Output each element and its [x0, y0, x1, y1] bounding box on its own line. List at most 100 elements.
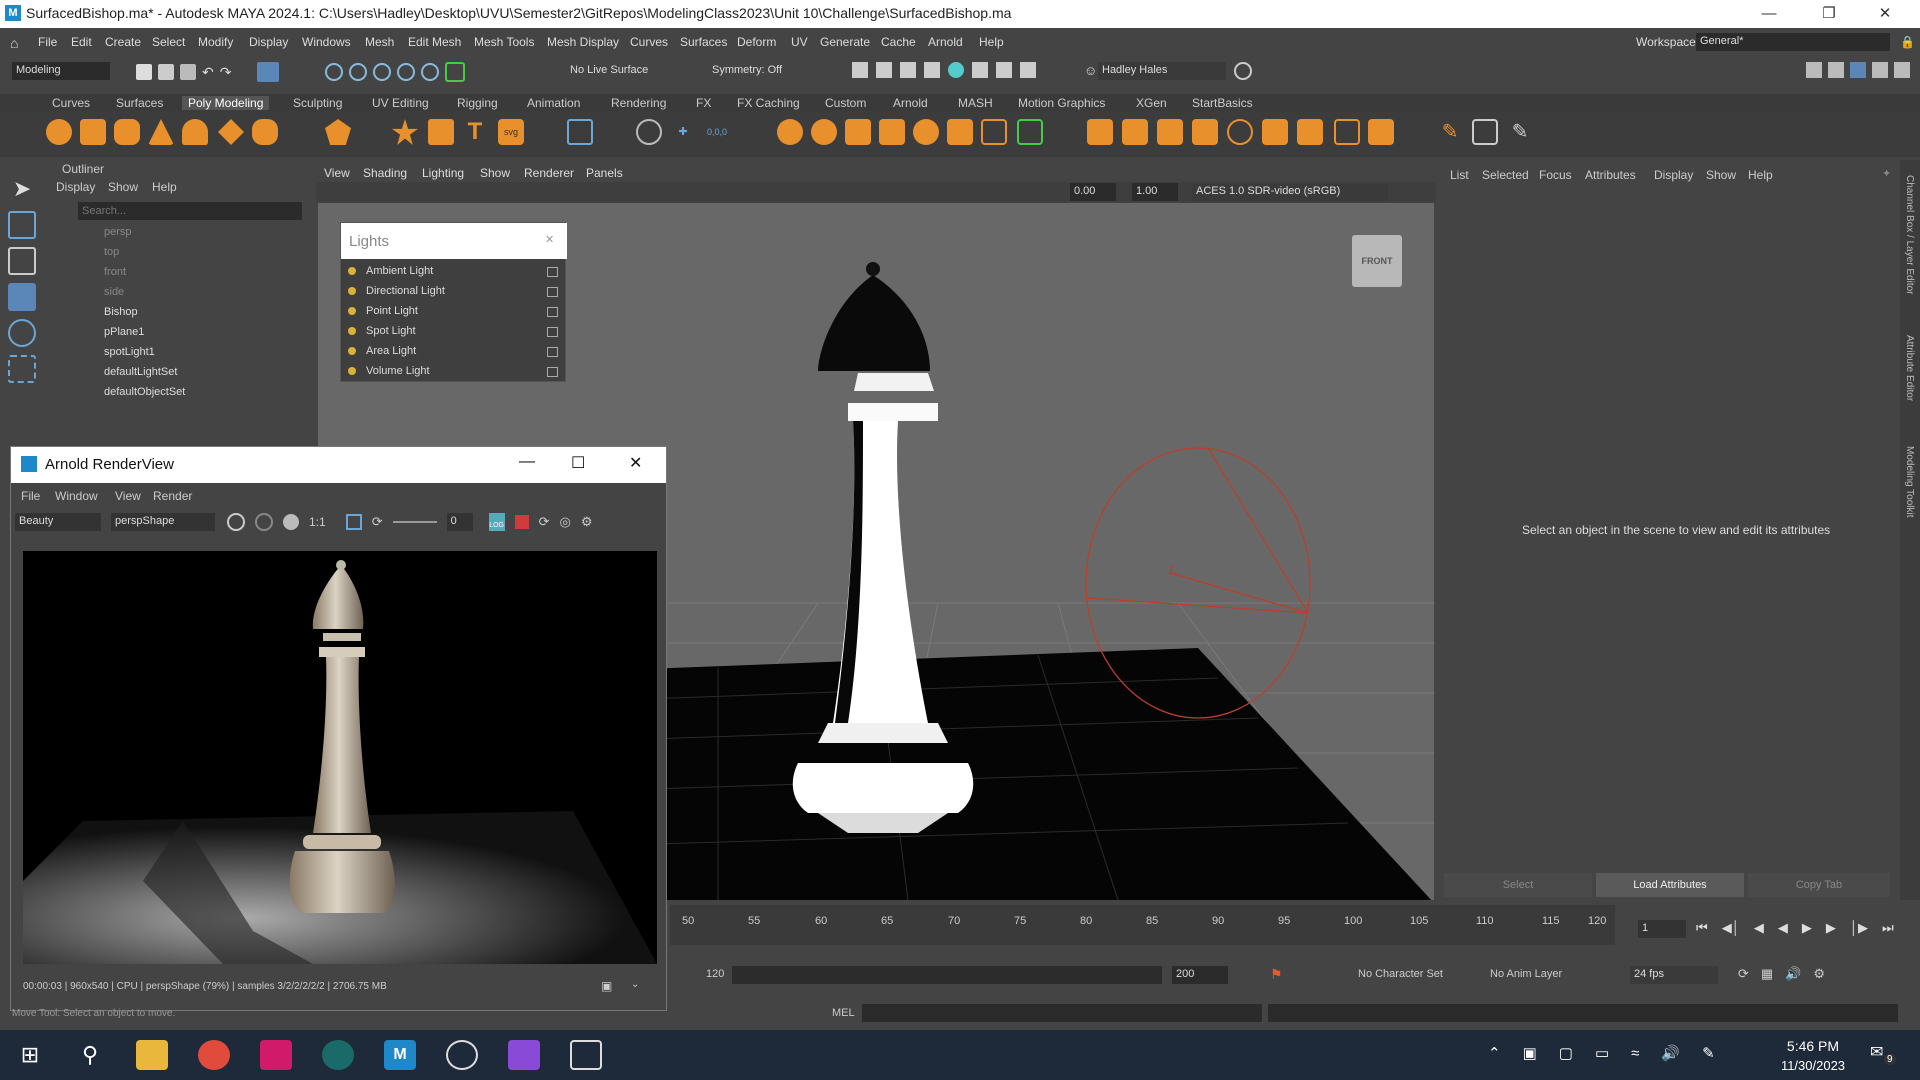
- play-backward-icon[interactable]: ◀: [1778, 920, 1788, 936]
- viewport-menu-renderer[interactable]: Renderer: [524, 166, 574, 180]
- light-option-box-volume[interactable]: [547, 367, 558, 377]
- playback-settings-icon[interactable]: ⚙: [1813, 966, 1825, 982]
- rgb-channels-icon[interactable]: [255, 513, 273, 531]
- poly-cube-icon[interactable]: [80, 119, 106, 145]
- attr-menu-help[interactable]: Help: [1748, 168, 1773, 182]
- save-scene-icon[interactable]: [180, 64, 196, 80]
- viewport-menu-panels[interactable]: Panels: [586, 166, 623, 180]
- poly-disc-icon[interactable]: [252, 119, 278, 145]
- step-forward-icon[interactable]: │▶: [1850, 920, 1868, 936]
- attr-menu-display[interactable]: Display: [1654, 168, 1693, 182]
- light-option-box-area[interactable]: [547, 347, 558, 357]
- file-explorer-icon[interactable]: [136, 1040, 168, 1070]
- clock-date[interactable]: 11/30/2023: [1768, 1058, 1858, 1073]
- renderview-menu-view[interactable]: View: [115, 489, 141, 503]
- zoom-ratio-button[interactable]: 1:1: [309, 515, 326, 529]
- anim-layer-select[interactable]: No Anim Layer: [1490, 968, 1562, 980]
- extrude-icon[interactable]: [1087, 119, 1113, 145]
- mode-select[interactable]: Modeling: [12, 62, 110, 80]
- notifications-icon[interactable]: ✉: [1870, 1042, 1883, 1062]
- chrome-icon[interactable]: [198, 1040, 230, 1070]
- exposure-field[interactable]: 0.00: [1070, 183, 1116, 201]
- type-tool-icon[interactable]: T: [462, 119, 488, 145]
- renderview-menu-file[interactable]: File: [21, 489, 40, 503]
- attr-menu-attributes[interactable]: Attributes: [1585, 168, 1636, 182]
- bevel-icon[interactable]: [1157, 119, 1183, 145]
- play-forward-icon[interactable]: ▶: [1802, 920, 1812, 936]
- outliner-item-defaultlightset[interactable]: defaultLightSet: [104, 366, 177, 378]
- ipr-render-icon[interactable]: [876, 62, 892, 78]
- reduce-icon[interactable]: [981, 119, 1007, 145]
- center-pivot-icon[interactable]: [636, 119, 662, 145]
- snap-projected-icon[interactable]: [397, 63, 416, 81]
- light-option-box-ambient[interactable]: [547, 267, 558, 277]
- insert-edge-loop-icon[interactable]: [1334, 119, 1360, 145]
- super-shape-icon[interactable]: [392, 119, 418, 145]
- tray-display-icon[interactable]: ▢: [1559, 1044, 1573, 1062]
- tool-settings-toggle-icon[interactable]: [1850, 62, 1866, 78]
- multi-cut-icon[interactable]: [1368, 119, 1394, 145]
- menu-deform[interactable]: Deform: [737, 35, 776, 49]
- menu-create[interactable]: Create: [105, 35, 141, 49]
- shelf-tab-custom[interactable]: Custom: [825, 96, 866, 110]
- viewport-menu-show[interactable]: Show: [480, 166, 510, 180]
- bridge-icon[interactable]: [1122, 119, 1148, 145]
- attribute-editor-toggle-icon[interactable]: [1828, 62, 1844, 78]
- unity-icon[interactable]: [570, 1040, 602, 1070]
- connect-icon[interactable]: [1472, 119, 1498, 145]
- wedge-icon[interactable]: [1297, 119, 1323, 145]
- renderview-settings-icon[interactable]: ⚙: [581, 514, 593, 530]
- outliner-item-pplane1[interactable]: pPlane1: [104, 326, 144, 338]
- shelf-tab-rendering[interactable]: Rendering: [611, 96, 666, 110]
- exposure-slider[interactable]: [392, 521, 437, 523]
- menu-arnold[interactable]: Arnold: [928, 35, 963, 49]
- renderview-close-button[interactable]: ✕: [629, 453, 642, 473]
- render-current-frame-icon[interactable]: [852, 62, 868, 78]
- select-by-hierarchy-icon[interactable]: [257, 62, 280, 82]
- snap-grid-icon[interactable]: [325, 63, 344, 81]
- maya-taskbar-icon[interactable]: M: [384, 1040, 416, 1070]
- gitkraken-icon[interactable]: [322, 1040, 354, 1070]
- move-tool-icon[interactable]: [8, 283, 36, 311]
- poly-torus-icon[interactable]: [182, 119, 208, 145]
- menu-uv[interactable]: UV: [791, 35, 808, 49]
- load-attributes-button[interactable]: Load Attributes: [1596, 873, 1744, 897]
- app-icon[interactable]: [260, 1040, 292, 1070]
- paint-select-tool-icon[interactable]: [8, 247, 36, 275]
- select-tool-icon[interactable]: ➤: [8, 175, 36, 203]
- attr-menu-list[interactable]: List: [1450, 168, 1469, 182]
- shelf-tab-surfaces[interactable]: Surfaces: [116, 96, 163, 110]
- poly-plane-icon[interactable]: [218, 119, 244, 145]
- frame-all-icon[interactable]: [345, 514, 362, 530]
- log-icon[interactable]: LOG: [488, 513, 505, 531]
- shelf-tab-mash[interactable]: MASH: [958, 96, 993, 110]
- modeling-toolkit-toggle-icon[interactable]: [1806, 62, 1822, 78]
- minimize-button[interactable]: —: [1746, 2, 1792, 26]
- attr-menu-show[interactable]: Show: [1706, 168, 1736, 182]
- go-to-start-icon[interactable]: ⏮: [1696, 920, 1708, 936]
- sweep-mesh-icon[interactable]: [428, 119, 454, 145]
- fps-select[interactable]: 24 fps: [1630, 966, 1718, 984]
- shelf-tab-arnold[interactable]: Arnold: [893, 96, 928, 110]
- attr-select-button[interactable]: Select: [1444, 873, 1592, 897]
- renderview-minimize-button[interactable]: —: [519, 453, 535, 471]
- wifi-icon[interactable]: ≈: [1631, 1045, 1639, 1062]
- volume-icon[interactable]: 🔊: [1661, 1044, 1680, 1062]
- menu-windows[interactable]: Windows: [302, 35, 351, 49]
- quad-draw-icon[interactable]: ✎: [1507, 119, 1533, 145]
- color-correction-icon[interactable]: [283, 514, 299, 530]
- arnold-render-icon[interactable]: [972, 62, 988, 78]
- light-item-ambient[interactable]: Ambient Light: [366, 265, 433, 277]
- smooth-icon[interactable]: [913, 119, 939, 145]
- reset-transform-icon[interactable]: 0,0,0: [704, 119, 730, 145]
- light-item-point[interactable]: Point Light: [366, 305, 418, 317]
- side-tab-channel-box[interactable]: Channel Box / Layer Editor: [1904, 175, 1915, 295]
- command-input[interactable]: [862, 1004, 1262, 1022]
- boolean-icon[interactable]: [879, 119, 905, 145]
- loop-icon[interactable]: ⟳: [1738, 966, 1749, 982]
- outliner-item-spotlight1[interactable]: spotLight1: [104, 346, 155, 358]
- circularize-icon[interactable]: [1227, 119, 1253, 145]
- shelf-tab-curves[interactable]: Curves: [52, 96, 90, 110]
- snapshot-icon[interactable]: ▣: [601, 979, 612, 993]
- expand-icon[interactable]: ⌄: [631, 979, 639, 990]
